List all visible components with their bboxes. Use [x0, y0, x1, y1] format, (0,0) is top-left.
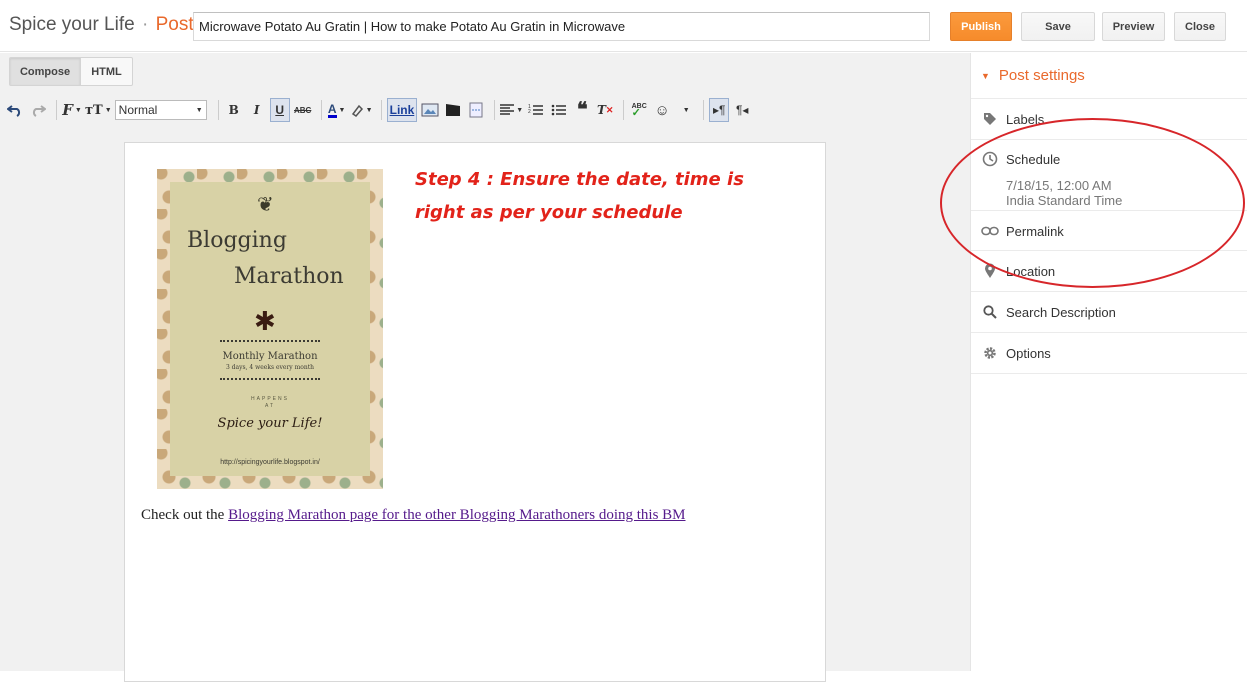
toolbar-divider [623, 100, 625, 120]
location-pin-icon [981, 262, 999, 280]
sidebar-item-options[interactable]: Options [971, 333, 1247, 374]
tag-icon [981, 110, 999, 128]
sidebar-item-schedule[interactable]: Schedule 7/18/15, 12:00 AM India Standar… [971, 140, 1247, 211]
ltr-icon[interactable]: ▸¶ [709, 98, 730, 122]
numbered-list-icon[interactable]: 12 [526, 98, 546, 122]
italic-icon[interactable]: I [247, 98, 267, 122]
sidebar-item-label: Options [1006, 345, 1051, 361]
post-settings-header[interactable]: ▼ Post settings [971, 53, 1247, 99]
close-button[interactable]: Close [1174, 12, 1226, 41]
undo-icon[interactable] [5, 98, 25, 122]
spellcheck-icon[interactable]: ABC ✓ [629, 98, 649, 122]
highlight-icon[interactable]: ▼ [350, 98, 373, 122]
toolbar-divider [217, 100, 219, 120]
toolbar-divider [380, 100, 382, 120]
save-button[interactable]: Save [1021, 12, 1095, 41]
sidebar-item-labels[interactable]: Labels [971, 99, 1247, 140]
header-bar: Spice your Life · Post Publish Save Prev… [0, 0, 1247, 52]
mode-tabs: Compose HTML [9, 57, 133, 86]
triangle-down-icon: ▼ [981, 70, 990, 81]
link-button[interactable]: Link [386, 98, 418, 122]
brand-title: Spice your Life · Post [9, 14, 194, 36]
editor-content-page[interactable]: ❦ Blogging Marathon ✱ Monthly Marathon 3… [124, 142, 826, 682]
sidebar-item-label: Labels [1006, 111, 1045, 127]
editor-toolbar: F ▼ тT ▼ Normal ▼ B I U ABC A ▼ ▼ Link ▼… [0, 91, 970, 129]
link-button-label: Link [389, 103, 415, 117]
image-icon[interactable] [420, 98, 440, 122]
redo-icon[interactable] [28, 98, 48, 122]
jump-break-icon[interactable] [466, 98, 486, 122]
search-icon [981, 303, 999, 321]
brand-separator: · [141, 14, 149, 35]
image-monthly-text: Monthly Marathon [222, 351, 318, 362]
image-at-text: AT [264, 403, 276, 409]
editor-area: Compose HTML F ▼ тT ▼ Normal ▼ B I U ABC A… [0, 53, 970, 682]
chevron-down-icon: ▼ [195, 106, 203, 114]
emoticon-icon[interactable]: ☺ [652, 98, 672, 122]
image-title-line1: Blogging [187, 228, 287, 253]
image-spice-text: Spice your Life! [217, 416, 323, 431]
remove-formatting-icon[interactable]: T ✕ [595, 98, 615, 122]
format-select[interactable]: Normal ▼ [114, 100, 207, 120]
toolbar-divider [320, 100, 322, 120]
gear-icon [981, 344, 999, 362]
toolbar-divider [494, 100, 496, 120]
text-color-icon[interactable]: A ▼ [327, 98, 347, 122]
post-title-input[interactable] [193, 12, 930, 41]
image-days-text: 3 days, 4 weeks every month [225, 364, 315, 371]
image-url-text: http://spicingyourlife.blogspot.in/ [220, 459, 320, 466]
image-happens-text: HAPPENS [251, 396, 289, 402]
sidebar-item-label: Schedule [1006, 151, 1061, 167]
sidebar-item-label: Permalink [1006, 223, 1064, 239]
schedule-date: 7/18/15, 12:00 AM [1006, 178, 1112, 193]
blogging-marathon-link[interactable]: Blogging Marathon page for the other Blo… [228, 507, 685, 523]
post-settings-sidebar: ▼ Post settings Labels Schedule 7/18/15,… [970, 53, 1247, 671]
image-inner-panel: ❦ Blogging Marathon ✱ Monthly Marathon 3… [170, 182, 370, 476]
svg-text:2: 2 [528, 109, 531, 115]
sidebar-item-label: Search Description [1006, 304, 1116, 320]
font-family-icon[interactable]: F ▼ [62, 98, 82, 122]
link-icon [981, 222, 999, 240]
bullet-list-icon[interactable] [549, 98, 569, 122]
dotted-divider [220, 340, 320, 342]
video-icon[interactable] [443, 98, 463, 122]
align-icon[interactable]: ▼ [500, 98, 523, 122]
schedule-timezone: India Standard Time [1006, 193, 1123, 208]
preview-button[interactable]: Preview [1102, 12, 1165, 41]
blogging-marathon-image[interactable]: ❦ Blogging Marathon ✱ Monthly Marathon 3… [157, 169, 383, 489]
publish-button[interactable]: Publish [950, 12, 1012, 41]
sidebar-item-location[interactable]: Location [971, 251, 1247, 292]
section-label: Post [155, 14, 194, 35]
strikethrough-icon[interactable]: ABC [293, 98, 313, 122]
more-options-chevron-icon[interactable]: ▼ [675, 98, 695, 122]
toolbar-divider [703, 100, 705, 120]
rtl-icon[interactable]: ¶◂ [732, 98, 752, 122]
body-paragraph: Check out the Blogging Marathon page for… [141, 507, 686, 524]
font-size-icon[interactable]: тT ▼ [85, 98, 112, 122]
toolbar-divider [56, 100, 57, 120]
clock-icon [981, 150, 999, 168]
sidebar-item-search-description[interactable]: Search Description [971, 292, 1247, 333]
body-prefix-text: Check out the [141, 507, 229, 523]
splat-icon: ✱ [254, 306, 276, 336]
sidebar-item-permalink[interactable]: Permalink [971, 211, 1247, 251]
image-title-line2: Marathon [234, 264, 344, 289]
format-select-value: Normal [118, 103, 158, 117]
post-settings-title: Post settings [998, 67, 1085, 84]
sidebar-item-label: Location [1006, 263, 1056, 279]
tab-html[interactable]: HTML [81, 57, 133, 86]
dotted-divider [220, 378, 320, 380]
tab-compose[interactable]: Compose [9, 57, 81, 86]
step-annotation-text: Step 4 : Ensure the date, time is right … [415, 169, 744, 223]
bold-icon[interactable]: B [224, 98, 244, 122]
underline-icon[interactable]: U [269, 98, 290, 122]
quote-icon[interactable]: ❝ [572, 98, 592, 122]
blog-name[interactable]: Spice your Life [9, 14, 135, 35]
leaf-icon: ❦ [257, 194, 274, 216]
